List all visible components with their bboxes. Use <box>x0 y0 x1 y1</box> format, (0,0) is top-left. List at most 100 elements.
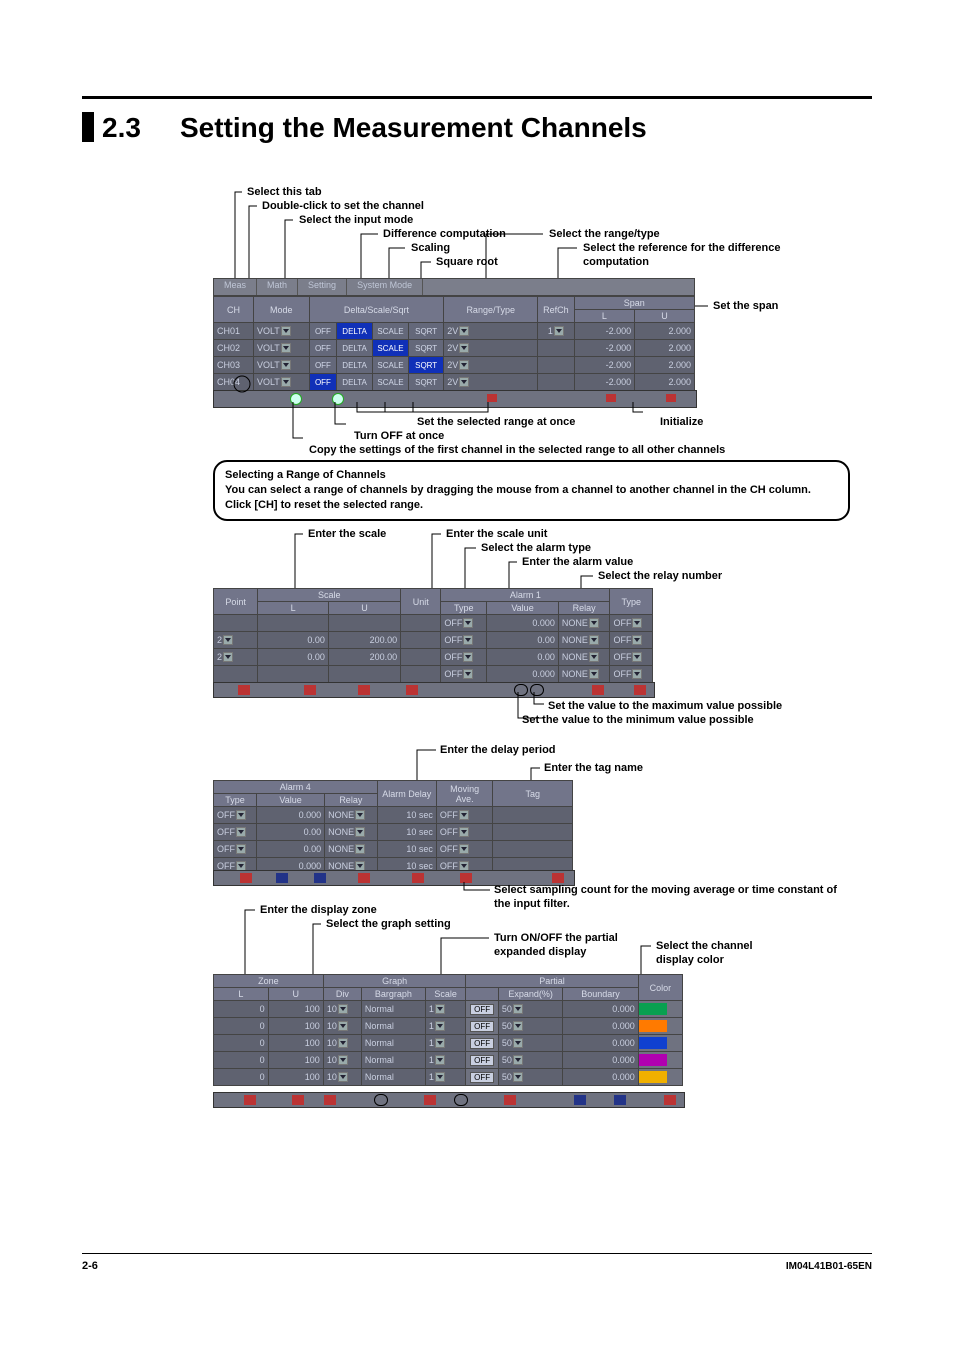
dropdown-icon[interactable] <box>513 1004 523 1014</box>
table-row[interactable]: CH01VOLTOFFDELTASCALESQRT2V1-2.0002.000 <box>214 323 695 340</box>
dropdown-icon[interactable] <box>513 1072 523 1082</box>
tool-span-icon2[interactable] <box>666 394 676 402</box>
g4-ic9[interactable] <box>614 1095 626 1105</box>
g3-ic2[interactable] <box>276 873 288 883</box>
dropdown-icon[interactable] <box>632 652 642 662</box>
dropdown-icon[interactable] <box>513 1055 523 1065</box>
g2-ic4[interactable] <box>406 685 418 695</box>
dropdown-icon[interactable] <box>463 669 473 679</box>
dropdown-icon[interactable] <box>589 652 599 662</box>
g4-ic10[interactable] <box>664 1095 676 1105</box>
dropdown-icon[interactable] <box>236 827 246 837</box>
g4-ic1[interactable] <box>244 1095 256 1105</box>
dropdown-icon[interactable] <box>513 1021 523 1031</box>
table-row[interactable]: 010010Normal1OFF500.000 <box>214 1069 683 1086</box>
dropdown-icon[interactable] <box>589 618 599 628</box>
dropdown-icon[interactable] <box>459 377 469 387</box>
dropdown-icon[interactable] <box>463 652 473 662</box>
table-row[interactable]: 010010Normal1OFF500.000 <box>214 1018 683 1035</box>
tab-system[interactable]: System Mode <box>347 279 423 295</box>
g4-ic2[interactable] <box>292 1095 304 1105</box>
dropdown-icon[interactable] <box>236 810 246 820</box>
dropdown-icon[interactable] <box>554 326 564 336</box>
tool-span-icon1[interactable] <box>606 394 616 402</box>
dropdown-icon[interactable] <box>632 618 642 628</box>
tool-range-icon[interactable] <box>487 394 497 402</box>
table-row[interactable]: CH02VOLTOFFDELTASCALESQRT2V-2.0002.000 <box>214 340 695 357</box>
dropdown-icon[interactable] <box>435 1004 445 1014</box>
dropdown-icon[interactable] <box>589 669 599 679</box>
dropdown-icon[interactable] <box>463 635 473 645</box>
dropdown-icon[interactable] <box>338 1055 348 1065</box>
g4-ic3[interactable] <box>324 1095 336 1105</box>
dropdown-icon[interactable] <box>281 343 291 353</box>
g2-ic2[interactable] <box>304 685 316 695</box>
grid-display[interactable]: Zone Graph Partial Color L U Div Bargrap… <box>213 974 683 1086</box>
g3-ic3[interactable] <box>314 873 326 883</box>
g4-ic8[interactable] <box>574 1095 586 1105</box>
color-swatch[interactable] <box>639 1020 667 1032</box>
dropdown-icon[interactable] <box>435 1038 445 1048</box>
dropdown-icon[interactable] <box>463 618 473 628</box>
grid-alarm4[interactable]: Alarm 4 Alarm Delay Moving Ave. Tag Type… <box>213 780 573 875</box>
dropdown-icon[interactable] <box>513 1038 523 1048</box>
table-row[interactable]: OFF0.00NONE10 secOFF <box>214 841 573 858</box>
dropdown-icon[interactable] <box>435 1055 445 1065</box>
dropdown-icon[interactable] <box>435 1021 445 1031</box>
g3-ic4[interactable] <box>358 873 370 883</box>
table-row[interactable]: 010010Normal1OFF500.000 <box>214 1001 683 1018</box>
dropdown-icon[interactable] <box>459 827 469 837</box>
dropdown-icon[interactable] <box>281 360 291 370</box>
g4-ic6[interactable] <box>454 1094 468 1106</box>
dropdown-icon[interactable] <box>435 1072 445 1082</box>
color-swatch[interactable] <box>639 1054 667 1066</box>
dropdown-icon[interactable] <box>459 343 469 353</box>
dropdown-icon[interactable] <box>459 360 469 370</box>
table-row[interactable]: CH03VOLTOFFDELTASCALESQRT2V-2.0002.000 <box>214 357 695 374</box>
dropdown-icon[interactable] <box>338 1004 348 1014</box>
table-row[interactable]: 010010Normal1OFF500.000 <box>214 1035 683 1052</box>
tab-strip[interactable]: Meas Math Setting System Mode <box>213 278 695 296</box>
dropdown-icon[interactable] <box>338 1021 348 1031</box>
dropdown-icon[interactable] <box>236 844 246 854</box>
g4-ic7[interactable] <box>504 1095 516 1105</box>
grid-channels[interactable]: CH Mode Delta/Scale/Sqrt Range/Type RefC… <box>213 296 695 391</box>
dropdown-icon[interactable] <box>281 377 291 387</box>
dropdown-icon[interactable] <box>355 810 365 820</box>
dropdown-icon[interactable] <box>223 635 233 645</box>
table-row[interactable]: OFF0.000NONEOFF <box>214 666 653 683</box>
table-row[interactable]: 20.00200.00OFF0.00NONEOFF <box>214 632 653 649</box>
dropdown-icon[interactable] <box>338 1072 348 1082</box>
dropdown-icon[interactable] <box>338 1038 348 1048</box>
tab-setting[interactable]: Setting <box>298 279 347 295</box>
dropdown-icon[interactable] <box>355 844 365 854</box>
dropdown-icon[interactable] <box>459 844 469 854</box>
dropdown-icon[interactable] <box>355 827 365 837</box>
table-row[interactable]: OFF0.000NONE10 secOFF <box>214 807 573 824</box>
hdr-ch[interactable]: CH <box>214 297 254 323</box>
table-row[interactable]: CH04VOLTOFFDELTASCALESQRT2V-2.0002.000 <box>214 374 695 391</box>
table-row[interactable]: 010010Normal1OFF500.000 <box>214 1052 683 1069</box>
g3-ic5[interactable] <box>412 873 424 883</box>
color-swatch[interactable] <box>639 1003 667 1015</box>
g3-ic1[interactable] <box>240 873 252 883</box>
tab-math[interactable]: Math <box>257 279 298 295</box>
table-row[interactable]: 20.00200.00OFF0.00NONEOFF <box>214 649 653 666</box>
grid-scale-alarm[interactable]: Point Scale Unit Alarm 1 Type L U Type V… <box>213 588 653 683</box>
dropdown-icon[interactable] <box>459 326 469 336</box>
dropdown-icon[interactable] <box>632 635 642 645</box>
g2-ic1[interactable] <box>238 685 250 695</box>
dropdown-icon[interactable] <box>632 669 642 679</box>
dropdown-icon[interactable] <box>589 635 599 645</box>
dropdown-icon[interactable] <box>281 326 291 336</box>
color-swatch[interactable] <box>639 1037 667 1049</box>
g4-ic4[interactable] <box>374 1094 388 1106</box>
table-row[interactable]: OFF0.000NONEOFF <box>214 615 653 632</box>
dropdown-icon[interactable] <box>459 810 469 820</box>
g2-ic3[interactable] <box>358 685 370 695</box>
dropdown-icon[interactable] <box>223 652 233 662</box>
color-swatch[interactable] <box>639 1071 667 1083</box>
g4-ic5[interactable] <box>424 1095 436 1105</box>
tab-meas[interactable]: Meas <box>214 279 257 295</box>
table-row[interactable]: OFF0.00NONE10 secOFF <box>214 824 573 841</box>
